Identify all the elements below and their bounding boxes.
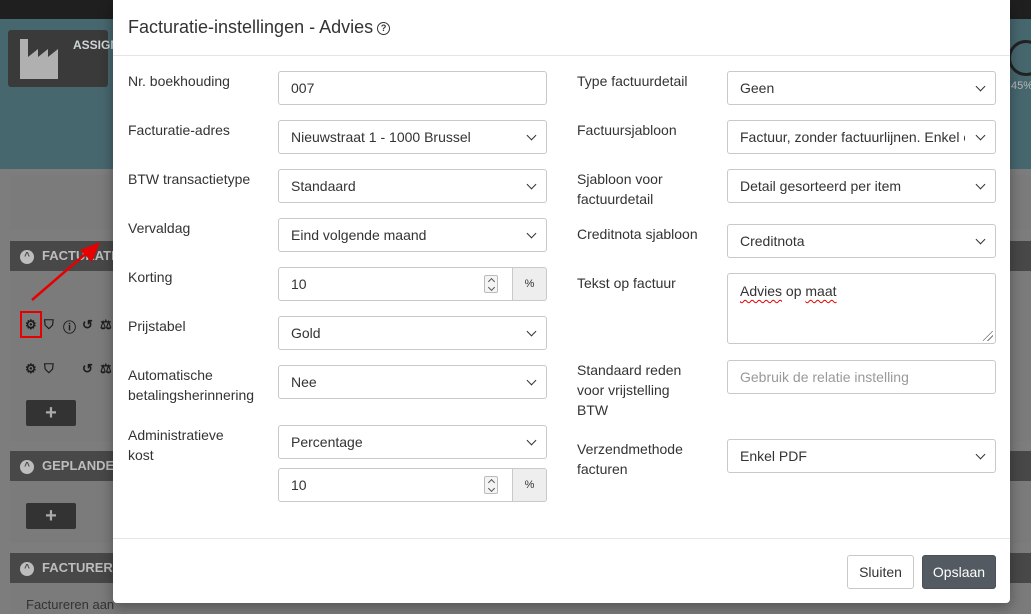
label-type-factuurdetail: Type factuurdetail: [577, 73, 688, 89]
sjabloon-factuurdetail-select[interactable]: Detail gesorteerd per item: [727, 169, 996, 203]
label-verzendmethode-facturen: Verzendmethode facturen: [577, 441, 683, 477]
prijstabel-select[interactable]: Gold: [278, 316, 547, 350]
label-sjabloon-factuurdetail: Sjabloon voor factuurdetail: [577, 171, 663, 207]
chevron-up-icon: ^: [20, 561, 34, 576]
korting-input[interactable]: 10: [278, 267, 513, 301]
shield-icon[interactable]: ⛉: [44, 361, 54, 377]
history-icon[interactable]: ↺: [82, 361, 93, 377]
balance-icon[interactable]: ⚖: [100, 317, 112, 333]
save-button[interactable]: Opslaan: [922, 555, 996, 589]
label-korting: Korting: [128, 269, 173, 285]
betalingsherinnering-value: Nee: [291, 374, 317, 390]
nr-boekhouding-input[interactable]: 007: [278, 71, 547, 105]
panel-title: FACTURERE: [42, 560, 122, 575]
tekst-op-factuur-textarea[interactable]: Advies op maat: [727, 273, 996, 344]
history-icon[interactable]: ↺: [82, 317, 93, 333]
factory-icon: [20, 39, 58, 79]
verzendmethode-select[interactable]: Enkel PDF: [727, 439, 996, 473]
korting-percent-addon: %: [513, 267, 547, 301]
creditnota-sjabloon-value: Creditnota: [740, 233, 805, 249]
factuursjabloon-select[interactable]: Factuur, zonder factuurlijnen. Enkel oms…: [727, 120, 996, 154]
vervaldag-select[interactable]: Eind volgende maand: [278, 218, 547, 252]
close-button[interactable]: Sluiten: [847, 555, 914, 589]
billing-settings-modal: Facturatie-instellingen - Advies? Nr. bo…: [113, 0, 1010, 603]
add-button[interactable]: +: [26, 503, 76, 529]
chevron-up-icon: ^: [20, 459, 34, 474]
shield-icon[interactable]: ⛉: [44, 317, 54, 333]
annotation-arrow: [31, 242, 100, 301]
resize-handle[interactable]: [983, 331, 993, 341]
label-administratieve-kost: Administratieve kost: [128, 427, 224, 463]
korting-stepper[interactable]: [484, 275, 498, 293]
label-factuursjabloon: Factuursjabloon: [577, 122, 677, 138]
administratieve-kost-stepper[interactable]: [484, 476, 498, 494]
modal-footer: Sluiten Opslaan: [113, 538, 1010, 604]
text-word: op: [785, 283, 802, 299]
sjabloon-factuurdetail-value: Detail gesorteerd per item: [740, 178, 902, 194]
vrijstelling-btw-input[interactable]: Gebruik de relatie instelling: [727, 360, 996, 394]
label-btw-transactietype: BTW transactietype: [128, 171, 251, 187]
administratieve-kost-value: Percentage: [291, 434, 363, 450]
korting-value: 10: [291, 276, 307, 292]
label-nr-boekhouding: Nr. boekhouding: [128, 73, 230, 89]
administratieve-kost-amount: 10: [291, 477, 307, 493]
type-factuurdetail-select[interactable]: Geen: [727, 71, 996, 105]
administratieve-kost-amount-input[interactable]: 10: [278, 468, 513, 502]
label-vervaldag: Vervaldag: [128, 220, 191, 236]
prijstabel-value: Gold: [291, 325, 321, 341]
modal-title-text: Facturatie-instellingen - Advies: [128, 17, 374, 37]
btw-transactietype-value: Standaard: [291, 178, 356, 194]
label-creditnota-sjabloon: Creditnota sjabloon: [577, 226, 698, 242]
modal-title: Facturatie-instellingen - Advies?: [128, 17, 391, 38]
label-standaard-reden-vrijstelling: Standaard reden voor vrijstelling BTW: [577, 362, 682, 418]
btw-transactietype-select[interactable]: Standaard: [278, 169, 547, 203]
label-tekst-op-factuur: Tekst op factuur: [577, 275, 676, 291]
label-prijstabel: Prijstabel: [128, 318, 186, 334]
factuursjabloon-value: Factuur, zonder factuurlijnen. Enkel oms…: [740, 129, 965, 145]
facturatie-adres-value: Nieuwstraat 1 - 1000 Brussel: [291, 129, 471, 145]
facturatie-adres-select[interactable]: Nieuwstraat 1 - 1000 Brussel: [278, 120, 547, 154]
verzendmethode-value: Enkel PDF: [740, 448, 807, 464]
gear-icon[interactable]: ⚙: [25, 317, 37, 333]
balance-icon[interactable]: ⚖: [100, 361, 112, 377]
administratieve-kost-percent-addon: %: [513, 468, 547, 502]
info-icon[interactable]: ⓘ: [63, 317, 76, 336]
administratieve-kost-select[interactable]: Percentage: [278, 425, 547, 459]
modal-header: Facturatie-instellingen - Advies?: [113, 0, 1010, 56]
panel-title: GEPLANDE: [42, 458, 115, 473]
vervaldag-value: Eind volgende maand: [291, 227, 427, 243]
add-button[interactable]: +: [26, 400, 76, 426]
text-word: Advies: [740, 283, 783, 299]
creditnota-sjabloon-select[interactable]: Creditnota: [727, 224, 996, 258]
question-circle-icon[interactable]: ?: [377, 22, 391, 35]
gauge-percent: 45%: [1011, 80, 1031, 92]
betalingsherinnering-select[interactable]: Nee: [278, 365, 547, 399]
text-word: maat: [805, 283, 837, 299]
gear-icon[interactable]: ⚙: [25, 361, 37, 377]
factureren-aan-label: Factureren aan: [26, 597, 115, 612]
label-automatische-betalingsherinnering: Automatische betalingsherinnering: [128, 367, 255, 403]
label-facturatie-adres: Facturatie-adres: [128, 122, 230, 138]
type-factuurdetail-value: Geen: [740, 80, 775, 96]
